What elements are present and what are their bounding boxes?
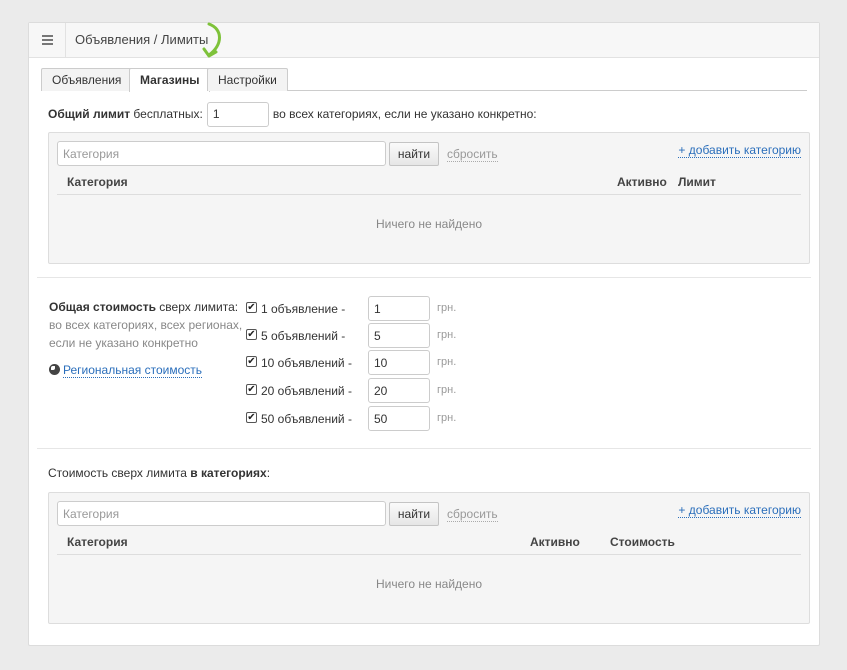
tier-label: 5 объявлений - xyxy=(261,329,346,343)
tab-ads[interactable]: Объявления xyxy=(41,68,133,91)
category-search-input[interactable] xyxy=(57,141,386,166)
cost-tier-row: ✔ 10 объявлений - грн. xyxy=(246,350,476,375)
column-cost: Стоимость xyxy=(610,535,675,549)
free-limit-label: бесплатных: xyxy=(130,107,203,121)
table-header: Категория Активно Лимит xyxy=(57,169,801,195)
free-limit-label-bold: Общий лимит xyxy=(48,107,131,121)
free-limit-suffix: во всех категориях, если не указано конк… xyxy=(272,107,537,121)
total-cost-description: Общая стоимость сверх лимита: во всех ка… xyxy=(49,298,249,379)
total-cost-title-bold: Общая стоимость xyxy=(49,300,156,314)
breadcrumb: Объявления / Лимиты xyxy=(75,32,209,47)
checkbox-checked-icon[interactable]: ✔ xyxy=(246,329,257,340)
column-active: Активно xyxy=(530,535,580,549)
category-cost-title: Стоимость сверх лимита в категориях: xyxy=(48,466,270,480)
category-cost-table-box: найти сбросить + добавить категорию Кате… xyxy=(48,492,810,624)
tier-label: 1 объявление - xyxy=(261,302,346,316)
reset-link[interactable]: сбросить xyxy=(447,148,498,162)
tier-label: 10 объявлений - xyxy=(261,356,352,370)
add-category-link[interactable]: + добавить категорию xyxy=(678,144,801,158)
total-cost-title: сверх лимита: xyxy=(155,300,239,314)
tier-unit: грн. xyxy=(437,356,457,368)
tab-shops[interactable]: Магазины xyxy=(129,68,211,92)
tier-unit: грн. xyxy=(437,302,457,314)
free-limit-row: Общий лимит бесплатных: во всех категори… xyxy=(48,101,537,127)
category-cost-title-bold: в категориях xyxy=(190,466,267,480)
column-limit: Лимит xyxy=(678,175,716,189)
tier-unit: грн. xyxy=(437,329,457,341)
checkbox-checked-icon[interactable]: ✔ xyxy=(246,412,257,423)
checkbox-checked-icon[interactable]: ✔ xyxy=(246,302,257,313)
checkbox-checked-icon[interactable]: ✔ xyxy=(246,356,257,367)
tier-unit: грн. xyxy=(437,384,457,396)
column-category: Категория xyxy=(67,535,128,549)
empty-message: Ничего не найдено xyxy=(375,577,483,591)
tab-bar: Объявления Магазины Настройки xyxy=(41,68,807,92)
tier-price-input[interactable] xyxy=(368,406,430,431)
total-cost-line3: если не указано конкретно xyxy=(49,336,198,350)
find-button[interactable]: найти xyxy=(389,142,439,166)
hamburger-icon xyxy=(41,33,53,47)
category-cost-title-colon: : xyxy=(266,466,271,480)
category-cost-title-text: Стоимость сверх лимита xyxy=(48,466,191,480)
checkbox-checked-icon[interactable]: ✔ xyxy=(246,384,257,395)
total-cost-line2: во всех категориях, всех регионах, xyxy=(49,318,243,332)
tier-label: 50 объявлений - xyxy=(261,412,352,426)
regional-cost-link[interactable]: Региональная стоимость xyxy=(63,363,203,378)
cost-tier-row: ✔ 20 объявлений - грн. xyxy=(246,378,476,403)
tier-unit: грн. xyxy=(437,412,457,424)
top-bar: Объявления / Лимиты xyxy=(29,22,819,58)
column-category: Категория xyxy=(67,175,128,189)
globe-icon xyxy=(49,364,60,375)
cost-tier-row: ✔ 50 объявлений - грн. xyxy=(246,406,476,431)
add-category-link[interactable]: + добавить категорию xyxy=(678,504,801,518)
cost-tier-row: ✔ 1 объявление - грн. xyxy=(246,296,476,321)
tier-price-input[interactable] xyxy=(368,350,430,375)
section-divider xyxy=(37,448,811,449)
tab-settings[interactable]: Настройки xyxy=(207,68,288,91)
find-button[interactable]: найти xyxy=(389,502,439,526)
section-divider xyxy=(37,277,811,278)
empty-message: Ничего не найдено xyxy=(375,217,483,231)
cost-tier-row: ✔ 5 объявлений - грн. xyxy=(246,323,476,348)
green-arrow-icon xyxy=(202,22,221,58)
tier-price-input[interactable] xyxy=(368,296,430,321)
tier-price-input[interactable] xyxy=(368,323,430,348)
tier-price-input[interactable] xyxy=(368,378,430,403)
column-active: Активно xyxy=(617,175,667,189)
limits-table-box: найти сбросить + добавить категорию Кате… xyxy=(48,132,810,264)
table-header: Категория Активно Стоимость xyxy=(57,529,801,555)
tier-label: 20 объявлений - xyxy=(261,384,352,398)
menu-toggle-button[interactable] xyxy=(29,23,66,57)
free-limit-input[interactable] xyxy=(206,101,269,127)
category-search-input[interactable] xyxy=(57,501,386,526)
main-panel: Объявления / Лимиты Объявления Магазины … xyxy=(28,22,820,646)
reset-link[interactable]: сбросить xyxy=(447,508,498,522)
